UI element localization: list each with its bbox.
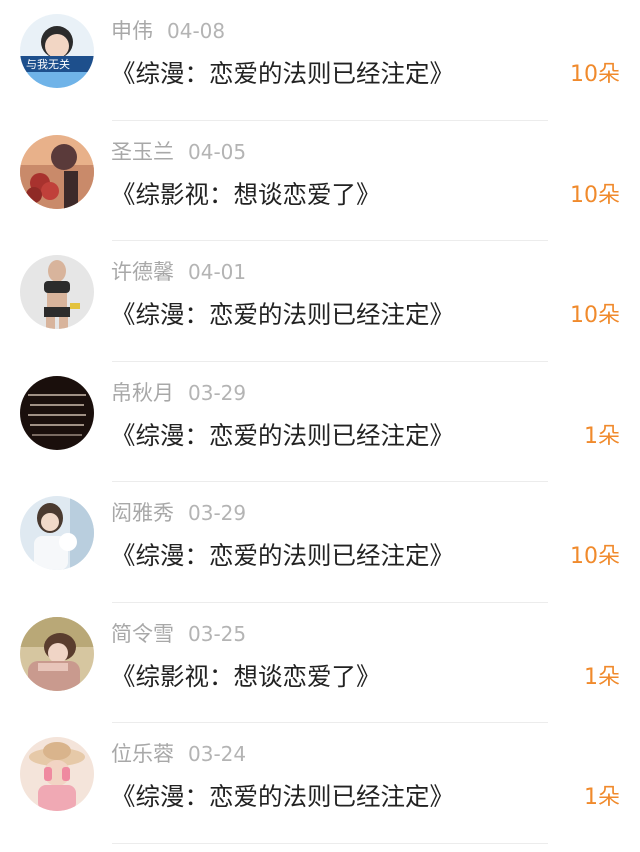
- record-date: 03-29: [188, 380, 247, 405]
- book-title[interactable]: 《综漫：恋爱的法则已经注定》: [111, 538, 454, 574]
- record-meta: 简令雪 03-25: [111, 619, 246, 649]
- record-date: 04-05: [188, 139, 247, 164]
- record-meta: 帛秋月 03-29: [111, 378, 246, 408]
- list-item[interactable]: 闳雅秀 03-29 《综漫：恋爱的法则已经注定》 10朵: [0, 482, 640, 603]
- user-name[interactable]: 位乐蓉: [111, 742, 174, 766]
- user-name[interactable]: 圣玉兰: [111, 140, 174, 164]
- gift-count: 1朵: [584, 664, 620, 690]
- list-item[interactable]: 帛秋月 03-29 《综漫：恋爱的法则已经注定》 1朵: [0, 362, 640, 483]
- avatar-photo-girl-hat-icon[interactable]: [20, 737, 94, 811]
- record-meta: 申伟 04-08: [111, 16, 225, 46]
- book-title[interactable]: 《综漫：恋爱的法则已经注定》: [111, 418, 454, 454]
- user-name[interactable]: 帛秋月: [111, 381, 174, 405]
- gift-count: 10朵: [570, 303, 620, 328]
- avatar-dark-text-quote-icon[interactable]: [20, 375, 94, 450]
- avatar-photo-girl-white-icon[interactable]: [20, 496, 94, 570]
- user-name[interactable]: 闳雅秀: [111, 501, 174, 525]
- record-date: 04-01: [188, 260, 247, 284]
- svg-text:与我无关: 与我无关: [26, 57, 70, 71]
- list-item[interactable]: 圣玉兰 04-05 《综影视：想谈恋爱了》 10朵: [0, 121, 640, 242]
- avatar-photo-roses-icon[interactable]: [20, 134, 94, 209]
- book-title[interactable]: 《综影视：想谈恋爱了》: [111, 659, 381, 695]
- book-title[interactable]: 《综漫：恋爱的法则已经注定》: [111, 779, 454, 815]
- gift-count: 1朵: [584, 423, 620, 449]
- record-meta: 圣玉兰 04-05: [111, 137, 246, 167]
- gift-count: 1朵: [584, 785, 620, 810]
- record-meta: 位乐蓉 03-24: [111, 739, 246, 769]
- user-name[interactable]: 简令雪: [111, 622, 174, 646]
- gift-record-list: 与我无关 申伟 04-08 《综漫：恋爱的法则已经注定》 10朵 圣玉兰 04-05: [0, 0, 640, 852]
- record-date: 03-25: [188, 621, 247, 646]
- record-meta: 闳雅秀 03-29: [111, 498, 246, 528]
- record-date: 03-24: [188, 742, 247, 766]
- avatar-photo-boy-banner-icon[interactable]: 与我无关: [20, 14, 94, 88]
- list-item[interactable]: 简令雪 03-25 《综影视：想谈恋爱了》 1朵: [0, 603, 640, 724]
- user-name[interactable]: 申伟: [111, 19, 153, 43]
- list-item[interactable]: 许德馨 04-01 《综漫：恋爱的法则已经注定》 10朵: [0, 241, 640, 362]
- user-name[interactable]: 许德馨: [111, 260, 174, 284]
- gift-count: 10朵: [570, 182, 620, 208]
- gift-count: 10朵: [570, 544, 620, 569]
- avatar-photo-girl-scarf-icon[interactable]: [20, 616, 94, 691]
- book-title[interactable]: 《综漫：恋爱的法则已经注定》: [111, 297, 454, 333]
- gift-count: 10朵: [570, 62, 620, 87]
- record-meta: 许德馨 04-01: [111, 257, 246, 287]
- record-date: 04-08: [167, 19, 226, 43]
- record-date: 03-29: [188, 501, 247, 525]
- avatar-photo-fitness-woman-icon[interactable]: [20, 255, 94, 329]
- book-title[interactable]: 《综漫：恋爱的法则已经注定》: [111, 56, 454, 92]
- book-title[interactable]: 《综影视：想谈恋爱了》: [111, 177, 381, 213]
- list-item[interactable]: 与我无关 申伟 04-08 《综漫：恋爱的法则已经注定》 10朵: [0, 0, 640, 121]
- list-item[interactable]: 位乐蓉 03-24 《综漫：恋爱的法则已经注定》 1朵: [0, 723, 640, 844]
